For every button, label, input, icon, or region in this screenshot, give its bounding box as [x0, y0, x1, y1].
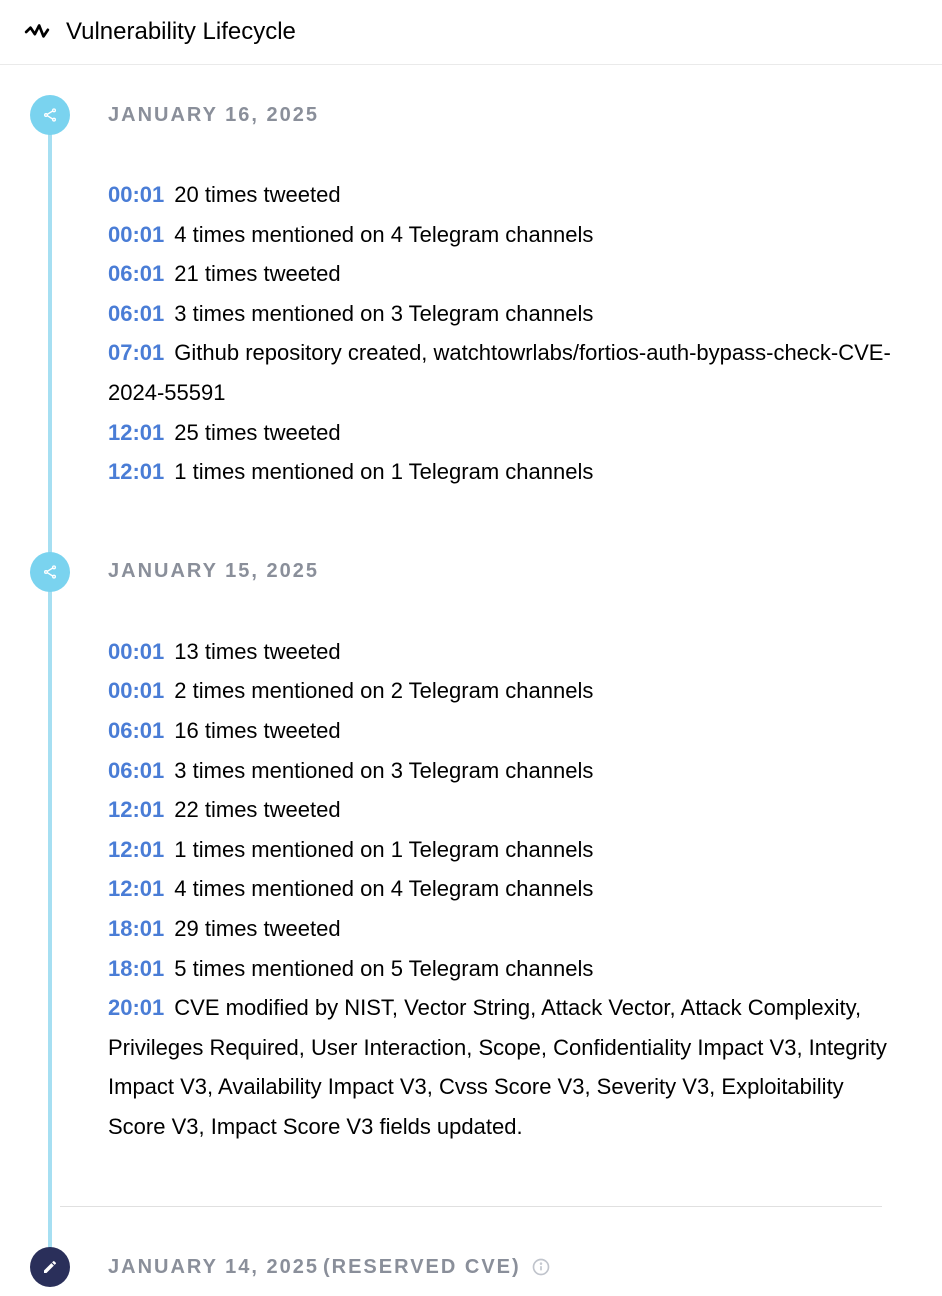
- event-text: 3 times mentioned on 3 Telegram channels: [174, 758, 593, 783]
- event-row: 00:01 2 times mentioned on 2 Telegram cha…: [108, 671, 892, 711]
- event-row: 12:01 25 times tweeted: [108, 413, 892, 453]
- timeline-date: January 16, 2025: [108, 104, 319, 127]
- share-icon: [30, 95, 70, 135]
- event-text: 4 times mentioned on 4 Telegram channels: [174, 876, 593, 901]
- timeline-date: January 15, 2025: [108, 560, 319, 583]
- event-time: 00:01: [108, 639, 164, 664]
- share-icon: [30, 552, 70, 592]
- timeline-day: January 14, 2025 (Reserved CVE): [30, 1247, 912, 1287]
- timeline-day-header: January 14, 2025 (Reserved CVE): [30, 1247, 912, 1287]
- event-time: 20:01: [108, 995, 164, 1020]
- event-time: 18:01: [108, 916, 164, 941]
- event-time: 00:01: [108, 222, 164, 247]
- timeline-day: January 16, 202500:0120 times tweeted00:…: [30, 95, 912, 492]
- timeline-date-suffix: (Reserved CVE): [323, 1256, 521, 1279]
- event-text: 22 times tweeted: [174, 797, 340, 822]
- event-time: 06:01: [108, 718, 164, 743]
- event-time: 00:01: [108, 678, 164, 703]
- event-time: 18:01: [108, 956, 164, 981]
- section-divider: [60, 1206, 882, 1207]
- timeline-date: January 14, 2025: [108, 1256, 319, 1279]
- event-row: 06:01 21 times tweeted: [108, 254, 892, 294]
- event-row: 12:01 4 times mentioned on 4 Telegram cha…: [108, 869, 892, 909]
- event-time: 06:01: [108, 758, 164, 783]
- event-time: 12:01: [108, 420, 164, 445]
- timeline-day: January 15, 202500:0113 times tweeted00:…: [30, 552, 912, 1147]
- event-time: 00:01: [108, 182, 164, 207]
- event-list: 00:01 20 times tweeted 00:01 4 times mentio…: [108, 175, 892, 492]
- event-time: 12:01: [108, 459, 164, 484]
- event-row: 06:01 3 times mentioned on 3 Telegram cha…: [108, 751, 892, 791]
- event-text: 29 times tweeted: [174, 916, 340, 941]
- timeline: January 16, 202500:0120 times tweeted00:…: [0, 65, 942, 1296]
- event-text: 20 times tweeted: [174, 182, 340, 207]
- event-row: 12:01 22 times tweeted: [108, 790, 892, 830]
- event-row: 18:01 5 times mentioned on 5 Telegram cha…: [108, 949, 892, 989]
- event-text: 1 times mentioned on 1 Telegram channels: [174, 837, 593, 862]
- page-header: Vulnerability Lifecycle: [0, 0, 942, 65]
- event-text: 2 times mentioned on 2 Telegram channels: [174, 678, 593, 703]
- event-text: 16 times tweeted: [174, 718, 340, 743]
- activity-icon: [24, 19, 50, 45]
- event-time: 12:01: [108, 797, 164, 822]
- event-text: CVE modified by NIST, Vector String, Att…: [108, 995, 887, 1139]
- event-text: Github repository created, watchtowrlabs…: [108, 340, 891, 405]
- event-text: 4 times mentioned on 4 Telegram channels: [174, 222, 593, 247]
- event-text: 25 times tweeted: [174, 420, 340, 445]
- info-icon[interactable]: [531, 1257, 551, 1277]
- event-time: 12:01: [108, 876, 164, 901]
- event-row: 00:01 4 times mentioned on 4 Telegram cha…: [108, 215, 892, 255]
- event-text: 5 times mentioned on 5 Telegram channels: [174, 956, 593, 981]
- event-time: 06:01: [108, 301, 164, 326]
- page-title: Vulnerability Lifecycle: [66, 18, 296, 46]
- event-row: 06:01 3 times mentioned on 3 Telegram cha…: [108, 294, 892, 334]
- event-row: 07:01Github repository created, watchtow…: [108, 333, 892, 412]
- event-row: 12:01 1 times mentioned on 1 Telegram cha…: [108, 452, 892, 492]
- edit-icon: [30, 1247, 70, 1287]
- event-row: 06:01 16 times tweeted: [108, 711, 892, 751]
- timeline-day-header: January 16, 2025: [30, 95, 912, 135]
- event-row: 12:01 1 times mentioned on 1 Telegram cha…: [108, 830, 892, 870]
- event-text: 1 times mentioned on 1 Telegram channels: [174, 459, 593, 484]
- event-text: 21 times tweeted: [174, 261, 340, 286]
- event-text: 3 times mentioned on 3 Telegram channels: [174, 301, 593, 326]
- event-list: 00:01 13 times tweeted 00:01 2 times mentio…: [108, 632, 892, 1147]
- event-row: 20:01CVE modified by NIST, Vector String…: [108, 988, 892, 1146]
- event-row: 00:01 13 times tweeted: [108, 632, 892, 672]
- timeline-day-header: January 15, 2025: [30, 552, 912, 592]
- event-time: 06:01: [108, 261, 164, 286]
- event-row: 18:01 29 times tweeted: [108, 909, 892, 949]
- event-row: 00:01 20 times tweeted: [108, 175, 892, 215]
- event-time: 12:01: [108, 837, 164, 862]
- event-time: 07:01: [108, 340, 164, 365]
- event-text: 13 times tweeted: [174, 639, 340, 664]
- timeline-scroll[interactable]: January 16, 202500:0120 times tweeted00:…: [0, 65, 942, 1296]
